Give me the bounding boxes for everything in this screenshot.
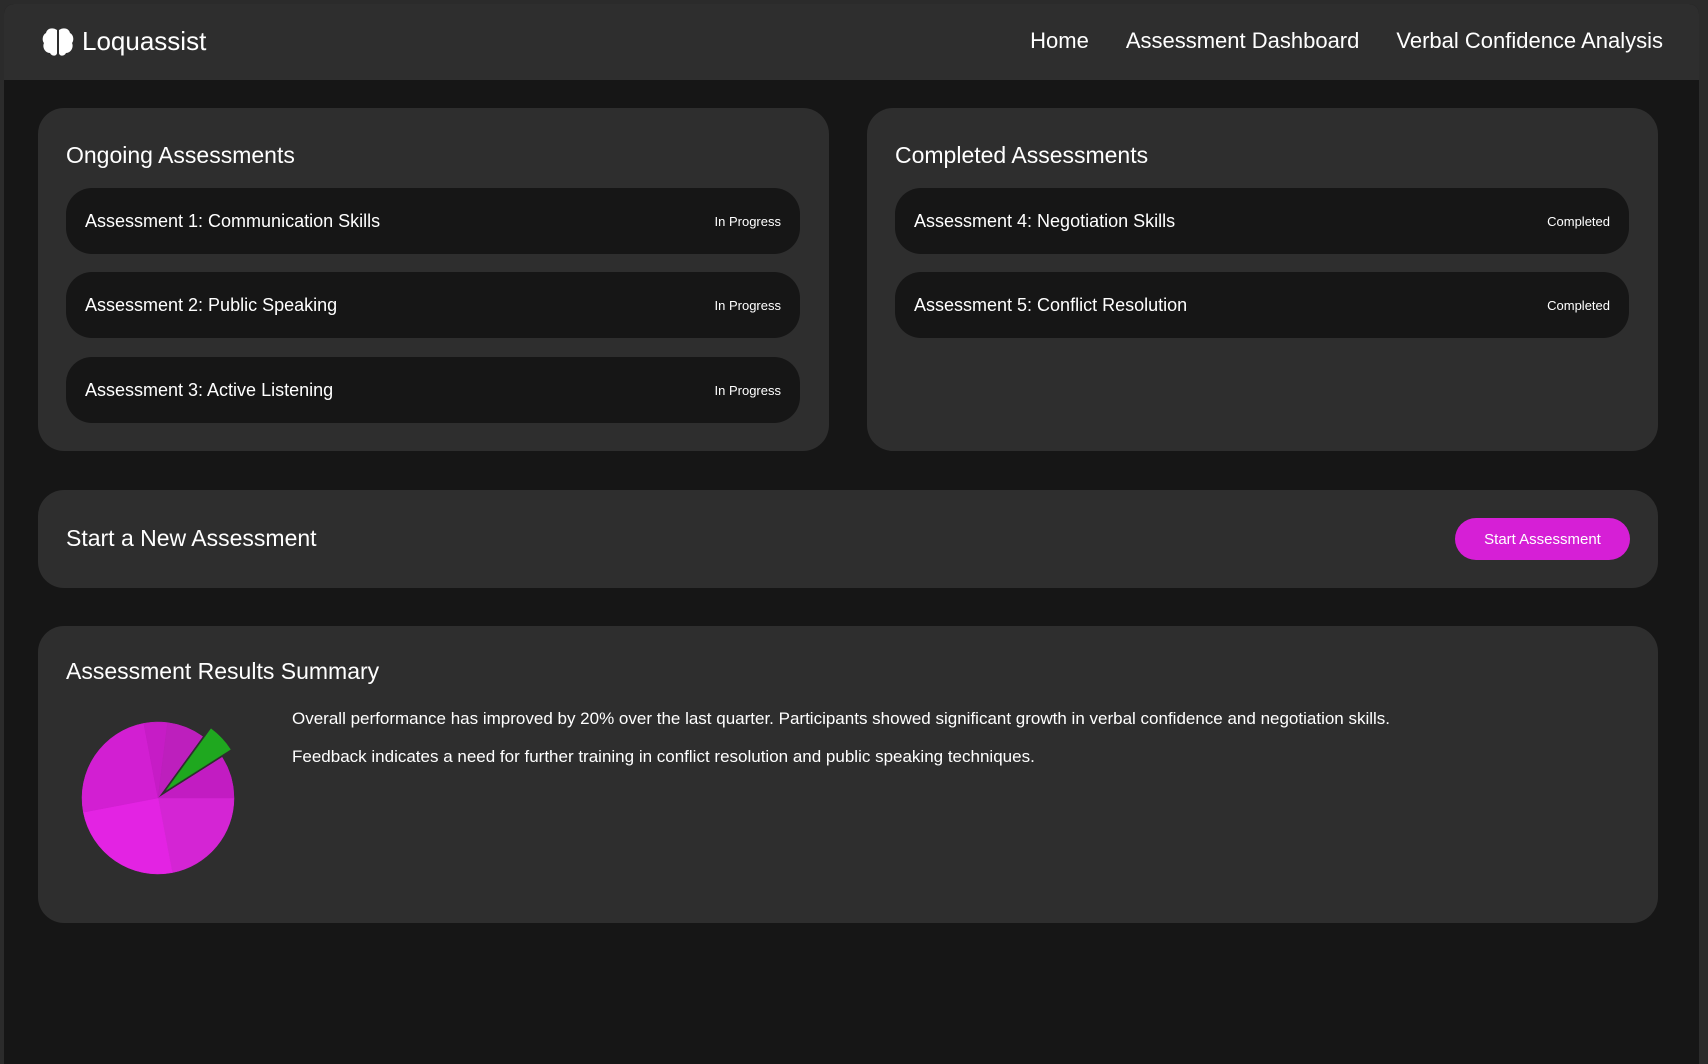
top-navigation-bar: Loquassist Home Assessment Dashboard Ver… <box>4 4 1699 80</box>
results-pie-chart <box>81 721 235 875</box>
brand[interactable]: Loquassist <box>42 26 206 57</box>
ongoing-assessments-card: Ongoing Assessments Assessment 1: Commun… <box>38 108 829 451</box>
assessment-name: Assessment 5: Conflict Resolution <box>914 294 1188 315</box>
summary-paragraph: Overall performance has improved by 20% … <box>292 709 1391 728</box>
app-name: Loquassist <box>82 26 207 56</box>
assessment-name: Assessment 1: Communication Skills <box>85 210 381 231</box>
ongoing-assessment-item[interactable]: Assessment 2: Public Speaking In Progres… <box>66 272 800 338</box>
start-assessment-button[interactable]: Start Assessment <box>1455 518 1630 560</box>
brain-icon <box>42 27 74 57</box>
ongoing-assessments-title: Ongoing Assessments <box>66 142 295 168</box>
results-summary-title: Assessment Results Summary <box>66 658 380 684</box>
completed-assessments-title: Completed Assessments <box>895 142 1149 168</box>
ongoing-assessment-item[interactable]: Assessment 3: Active Listening In Progre… <box>66 357 800 423</box>
summary-text: Overall performance has improved by 20% … <box>292 708 1622 784</box>
app-window: Loquassist Home Assessment Dashboard Ver… <box>4 4 1699 1064</box>
assessment-name: Assessment 4: Negotiation Skills <box>914 210 1176 231</box>
status-badge: In Progress <box>714 297 781 313</box>
results-summary-card: Assessment Results Summary Overall perfo… <box>38 626 1658 923</box>
status-badge: In Progress <box>714 213 781 229</box>
completed-assessment-item[interactable]: Assessment 5: Conflict Resolution Comple… <box>895 272 1629 338</box>
new-assessment-card: Start a New Assessment Start Assessment <box>38 490 1658 588</box>
summary-paragraph: Feedback indicates a need for further tr… <box>292 747 1035 766</box>
nav-verbal-confidence-analysis[interactable]: Verbal Confidence Analysis <box>1396 28 1663 54</box>
main-nav: Home Assessment Dashboard Verbal Confide… <box>1030 28 1663 54</box>
status-badge: Completed <box>1547 213 1610 229</box>
nav-assessment-dashboard[interactable]: Assessment Dashboard <box>1126 28 1360 54</box>
assessment-name: Assessment 3: Active Listening <box>85 379 334 400</box>
completed-assessments-card: Completed Assessments Assessment 4: Nego… <box>867 108 1658 451</box>
status-badge: In Progress <box>714 382 781 398</box>
status-badge: Completed <box>1547 297 1610 313</box>
ongoing-assessment-item[interactable]: Assessment 1: Communication Skills In Pr… <box>66 188 800 254</box>
assessment-name: Assessment 2: Public Speaking <box>85 294 338 315</box>
new-assessment-title: Start a New Assessment <box>66 525 317 551</box>
nav-home[interactable]: Home <box>1030 28 1089 54</box>
completed-assessment-item[interactable]: Assessment 4: Negotiation Skills Complet… <box>895 188 1629 254</box>
